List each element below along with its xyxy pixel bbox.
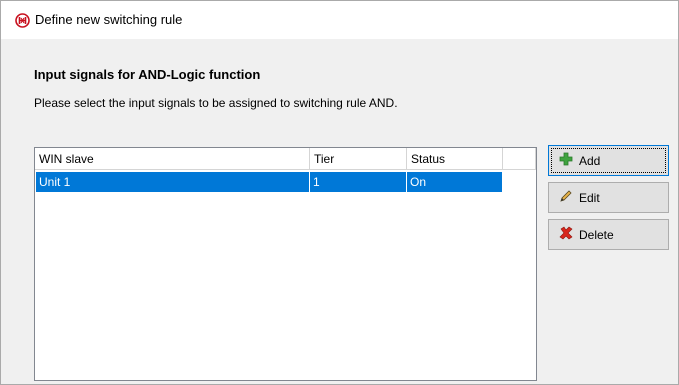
cell-win-slave: Unit 1 [36,172,310,192]
delete-x-icon [559,226,579,243]
pencil-icon [559,189,579,206]
switching-rule-icon [15,13,30,28]
column-header-win-slave[interactable]: WIN slave [35,148,310,170]
section-description: Please select the input signals to be as… [34,96,398,110]
delete-button-label: Delete [579,227,614,242]
add-button[interactable]: Add [548,145,669,176]
delete-button[interactable]: Delete [548,219,669,250]
column-header-tier[interactable]: Tier [310,148,407,170]
window-title: Define new switching rule [35,12,183,27]
table-header: WIN slave Tier Status [35,148,536,171]
cell-status: On [410,175,427,189]
table-row[interactable]: Unit 1 1 On [36,172,502,192]
plus-icon [559,152,579,169]
column-header-filler [503,148,536,170]
title-bar: Define new switching rule [1,1,678,39]
section-heading: Input signals for AND-Logic function [34,67,261,82]
edit-button[interactable]: Edit [548,182,669,213]
input-signals-table[interactable]: WIN slave Tier Status Unit 1 1 On [34,147,537,381]
column-header-status[interactable]: Status [407,148,503,170]
dialog-window: Define new switching rule Input signals … [0,0,679,385]
edit-button-label: Edit [579,190,600,205]
cell-tier: 1 [310,172,407,192]
add-button-label: Add [579,153,601,168]
